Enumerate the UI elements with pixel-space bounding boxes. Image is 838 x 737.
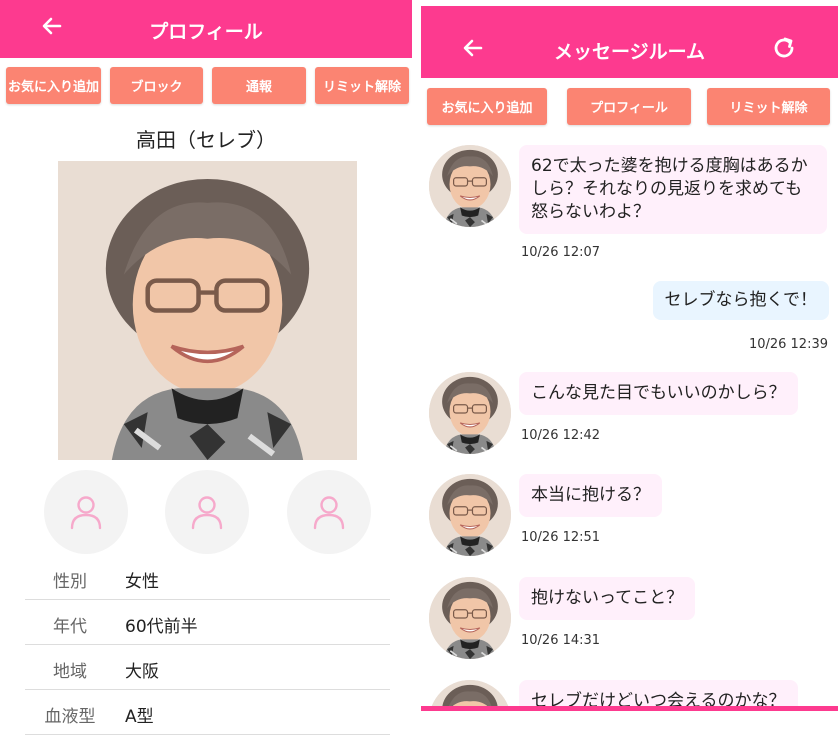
- limit-release-button[interactable]: リミット解除: [315, 67, 409, 104]
- avatar[interactable]: [429, 577, 511, 659]
- message-bubble-incoming: 抱けないってこと？: [519, 577, 696, 620]
- info-value: 60代前半: [125, 617, 198, 637]
- limit-release-button[interactable]: リミット解除: [707, 88, 830, 125]
- info-label: 地域: [53, 662, 87, 682]
- message-bubble-incoming: 62で太った婆を抱ける度胸はあるかしら？それなりの見返りを求めても怒らないわよ？: [519, 145, 827, 234]
- info-label: 性別: [53, 572, 87, 592]
- message-room-screen: メッセージルーム お気に入り追加 プロフィール リミット解除 62で太った婆を抱…: [421, 0, 838, 737]
- report-button[interactable]: 通報: [212, 67, 306, 104]
- info-label: 年代: [53, 617, 87, 637]
- page-title: プロフィール: [149, 21, 263, 43]
- add-favorite-button[interactable]: お気に入り追加: [6, 67, 101, 104]
- info-value: A型: [125, 707, 154, 727]
- info-row-region: 地域 大阪: [25, 645, 390, 690]
- person-outline-icon: [70, 496, 102, 530]
- add-favorite-button[interactable]: お気に入り追加: [427, 88, 547, 125]
- info-row-gender: 性別 女性: [25, 555, 390, 600]
- info-label: 血液型: [44, 707, 96, 727]
- info-value: 女性: [125, 572, 159, 592]
- profile-photo[interactable]: [58, 161, 357, 460]
- profile-header: プロフィール: [0, 0, 412, 58]
- info-row-age: 年代 60代前半: [25, 600, 390, 645]
- info-value: 大阪: [125, 662, 159, 682]
- photo-slot-3[interactable]: [287, 470, 371, 554]
- message-bubble-incoming: 本当に抱ける？: [519, 474, 662, 517]
- info-row-blood-type: 血液型 A型: [25, 690, 390, 735]
- avatar[interactable]: [429, 145, 511, 227]
- avatar[interactable]: [429, 372, 511, 454]
- photo-slot-1[interactable]: [44, 470, 128, 554]
- person-outline-icon: [313, 496, 345, 530]
- message-timestamp: 10/26 14:31: [521, 633, 601, 648]
- block-button[interactable]: ブロック: [110, 67, 203, 104]
- refresh-icon[interactable]: [770, 34, 798, 62]
- chat-header: メッセージルーム: [421, 6, 838, 78]
- message-input-bar[interactable]: [421, 706, 838, 737]
- message-timestamp: 10/26 12:07: [521, 245, 601, 260]
- profile-button[interactable]: プロフィール: [567, 88, 691, 125]
- photo-slot-2[interactable]: [165, 470, 249, 554]
- message-bubble-incoming: こんな見た目でもいいのかしら？: [519, 372, 798, 415]
- message-bubble-outgoing: セレブなら抱くで！: [652, 281, 829, 320]
- message-timestamp: 10/26 12:51: [521, 530, 601, 545]
- message-timestamp: 10/26 12:42: [521, 428, 601, 443]
- message-timestamp: 10/26 12:39: [748, 337, 828, 352]
- person-outline-icon: [191, 496, 223, 530]
- avatar[interactable]: [429, 474, 511, 556]
- profile-name: 高田（セレブ）: [136, 128, 276, 152]
- profile-screen: プロフィール お気に入り追加 ブロック 通報 リミット解除 高田（セレブ） 性別…: [0, 0, 412, 737]
